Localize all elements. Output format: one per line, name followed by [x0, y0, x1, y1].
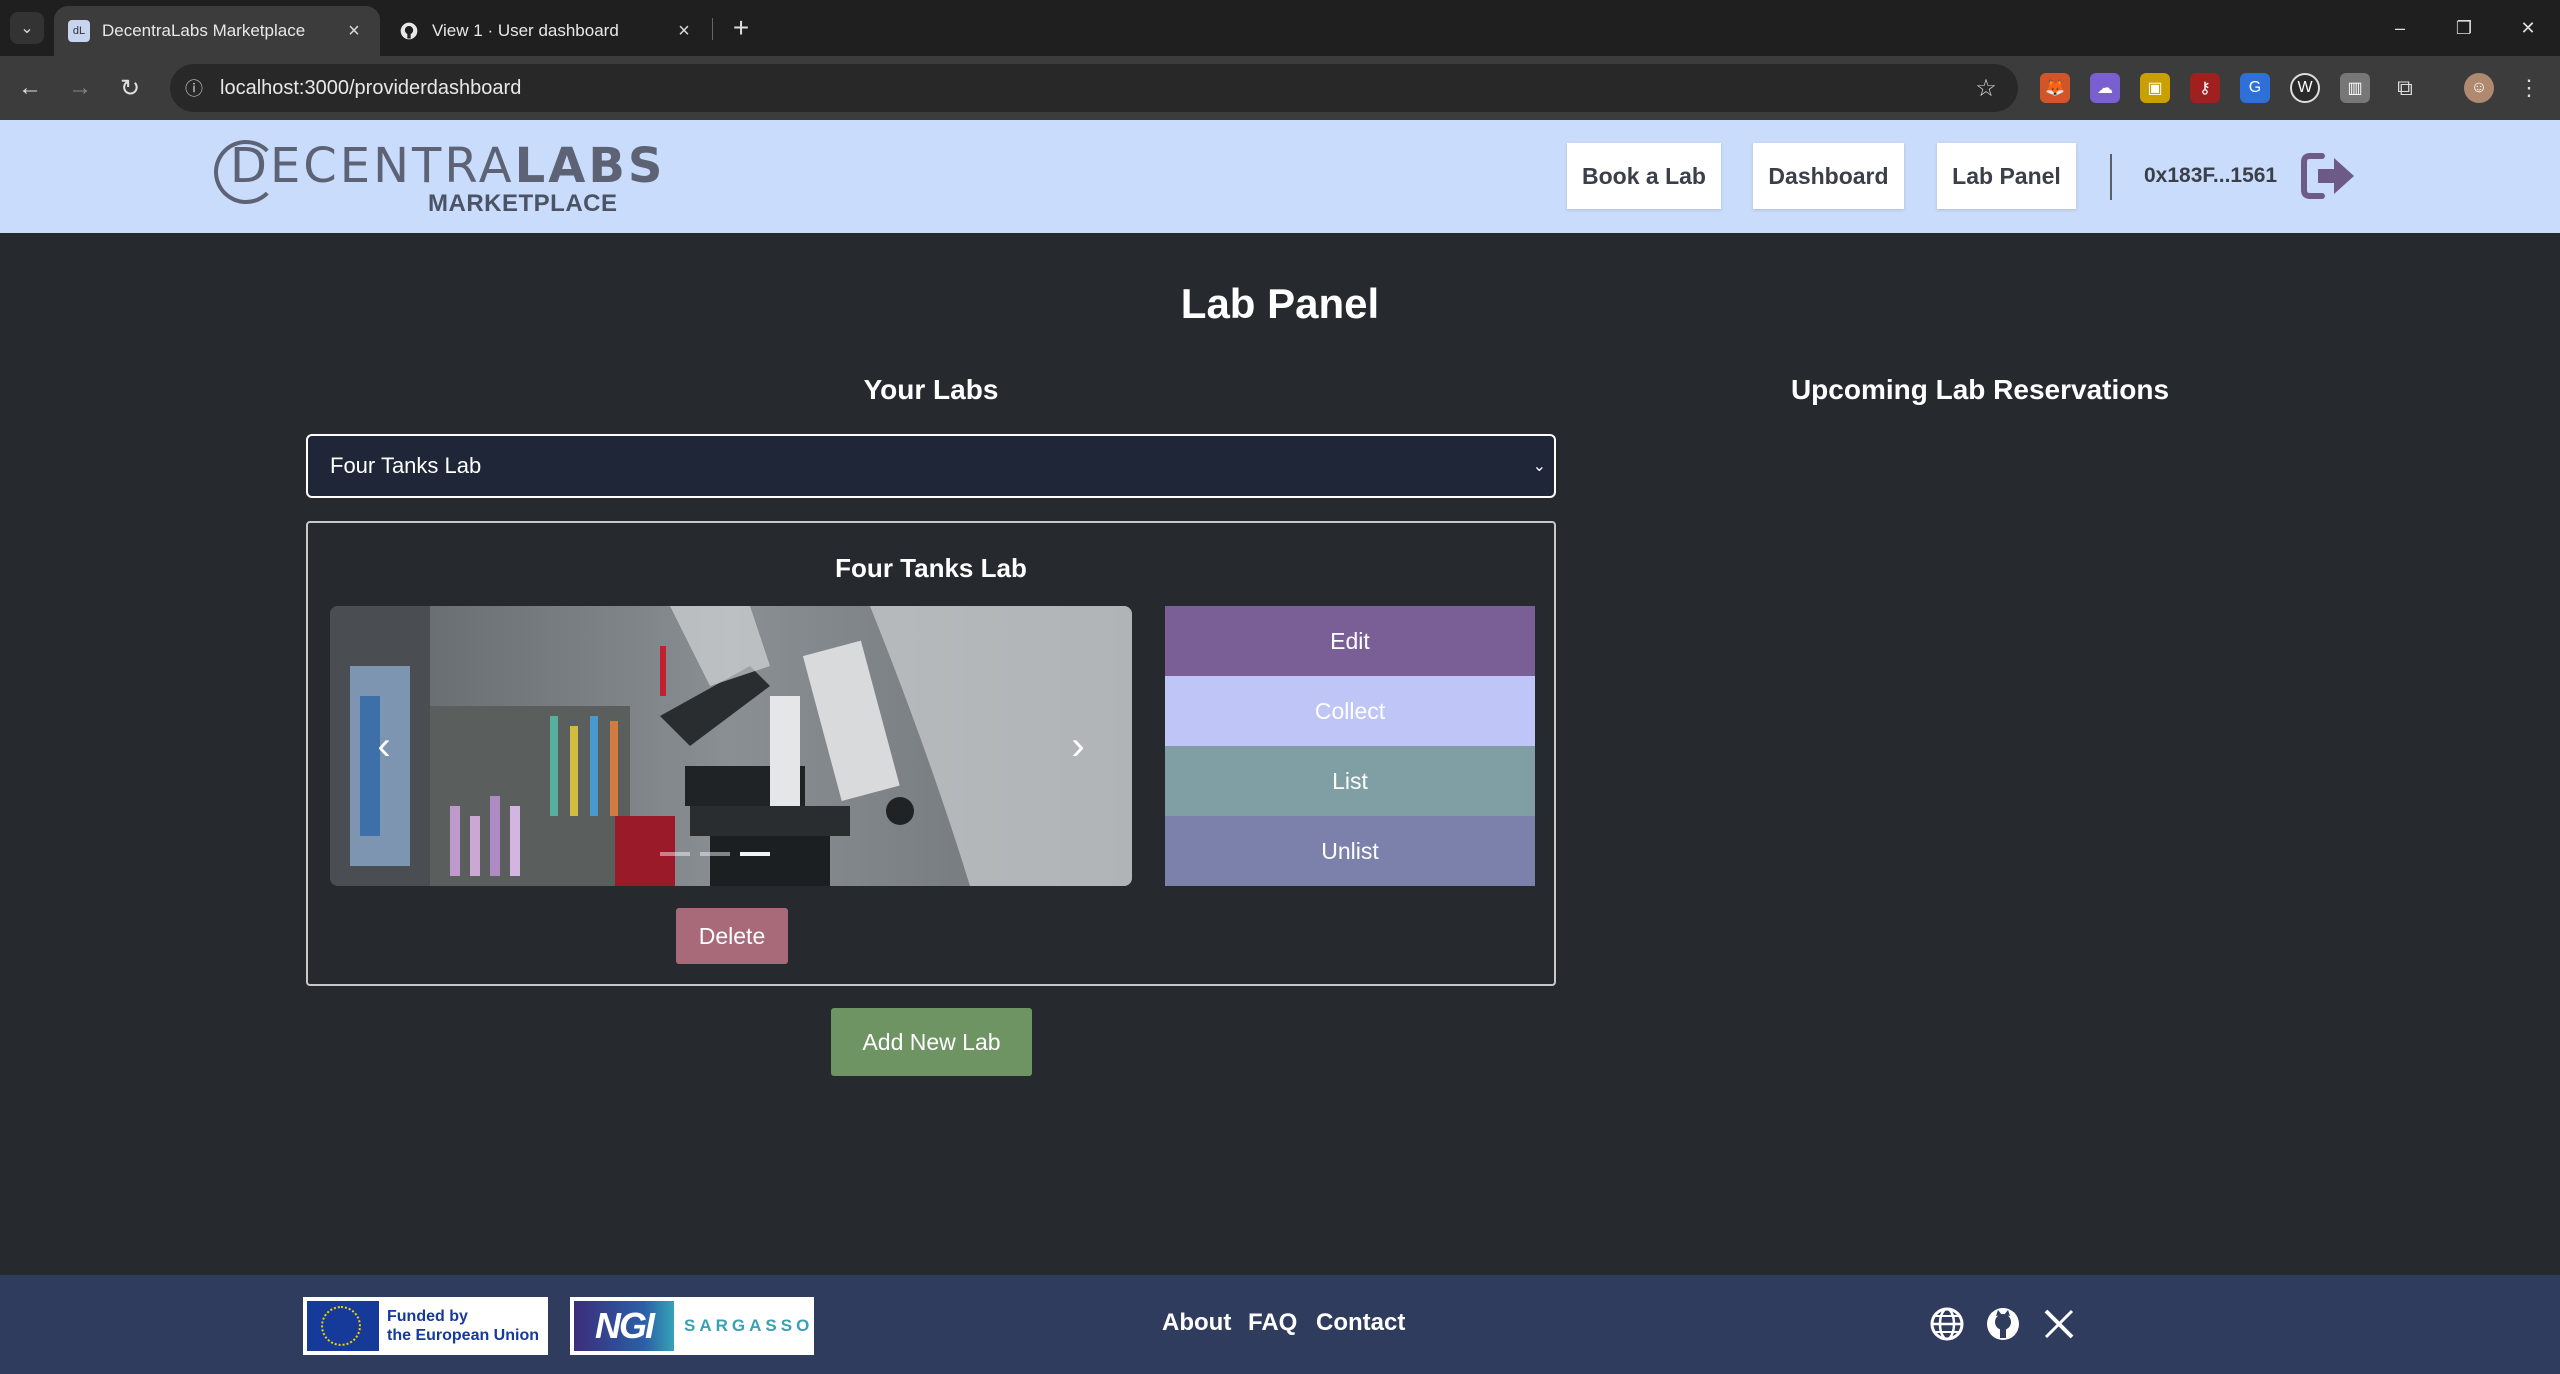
- menu-kebab-icon[interactable]: ⋮: [2514, 73, 2544, 103]
- page-title: Lab Panel: [1180, 280, 1380, 327]
- ngi-badge: NGI: [574, 1301, 674, 1351]
- tab-title: View 1 · User dashboard: [432, 21, 619, 40]
- address-bar[interactable]: ⓘ localhost:3000/providerdashboard ☆: [170, 64, 2018, 112]
- github-favicon-icon: [398, 20, 420, 42]
- eu-funded-logo[interactable]: Funded by the European Union: [303, 1297, 548, 1355]
- app-header: DECENTRALABS MARKETPLACE Book a Lab Dash…: [0, 120, 2560, 233]
- lab-photo-microscope: [330, 606, 1132, 886]
- translate-extension-icon[interactable]: G: [2240, 73, 2270, 103]
- lab-card: Four Tanks Lab ‹ › Edit Collect List Unl…: [306, 521, 1556, 986]
- tab-decentralabs[interactable]: dL DecentraLabs Marketplace ×: [54, 6, 380, 56]
- eu-text-line-2: the European Union: [387, 1327, 539, 1344]
- logo-word-left: DECENTRA: [230, 138, 515, 194]
- logo-word-right: LABS: [514, 138, 666, 194]
- close-tab-icon[interactable]: ×: [342, 19, 366, 43]
- reading-list-icon[interactable]: ▥: [2340, 73, 2370, 103]
- nav-lab-panel[interactable]: Lab Panel: [1937, 143, 2076, 209]
- close-window-icon[interactable]: ✕: [2500, 8, 2556, 48]
- decentralabs-logo[interactable]: DECENTRALABS MARKETPLACE: [214, 136, 663, 217]
- tab-user-dashboard[interactable]: View 1 · User dashboard ×: [384, 6, 710, 56]
- close-tab-icon[interactable]: ×: [672, 19, 696, 43]
- tab-divider: [712, 18, 713, 40]
- list-button[interactable]: List: [1165, 746, 1535, 816]
- lab-select-dropdown[interactable]: Four Tanks Lab ⌄: [306, 434, 1556, 498]
- minimize-icon[interactable]: –: [2372, 8, 2428, 48]
- browser-tab-bar: ⌄ dL DecentraLabs Marketplace × View 1 ·…: [0, 0, 2560, 56]
- edit-button[interactable]: Edit: [1165, 606, 1535, 676]
- your-labs-heading: Your Labs: [863, 374, 999, 405]
- carousel-dot[interactable]: [660, 852, 690, 856]
- key-extension-icon[interactable]: ⚷: [2190, 73, 2220, 103]
- footer-link-faq[interactable]: FAQ: [1248, 1309, 1297, 1337]
- carousel-next-icon[interactable]: ›: [1056, 718, 1100, 774]
- ngi-sargasso-text: SARGASSO: [684, 1316, 814, 1335]
- lab-select-value: Four Tanks Lab: [330, 453, 482, 478]
- delete-button[interactable]: Delete: [676, 908, 788, 964]
- logout-icon[interactable]: [2300, 150, 2356, 202]
- github-icon[interactable]: [1984, 1305, 2022, 1343]
- wallet-address: 0x183F...1561: [2144, 164, 2278, 187]
- logo-subtitle: MARKETPLACE: [428, 190, 618, 217]
- tab-title: DecentraLabs Marketplace: [102, 21, 306, 40]
- profile-avatar[interactable]: ☺: [2464, 73, 2494, 103]
- metamask-extension-icon[interactable]: 🦊: [2040, 73, 2070, 103]
- lab-image-carousel[interactable]: ‹ ›: [330, 606, 1132, 886]
- carousel-dot[interactable]: [700, 852, 730, 856]
- reload-icon[interactable]: ↻: [112, 70, 148, 106]
- unlist-button[interactable]: Unlist: [1165, 816, 1535, 886]
- lab-card-title: Four Tanks Lab: [835, 553, 1027, 583]
- carousel-indicators[interactable]: [660, 852, 770, 856]
- upcoming-reservations-heading: Upcoming Lab Reservations: [1790, 374, 2170, 405]
- add-new-lab-button[interactable]: Add New Lab: [831, 1008, 1032, 1076]
- nav-book-a-lab[interactable]: Book a Lab: [1567, 143, 1721, 209]
- url-text[interactable]: localhost:3000/providerdashboard: [220, 77, 521, 100]
- nav-dashboard[interactable]: Dashboard: [1753, 143, 1904, 209]
- cube-extension-icon[interactable]: ▣: [2140, 73, 2170, 103]
- browser-toolbar: ← → ↻ ⓘ localhost:3000/providerdashboard…: [0, 56, 2560, 120]
- chevron-down-icon: ⌄: [1532, 458, 1546, 475]
- eu-funded-text: Funded by the European Union: [387, 1307, 539, 1345]
- footer: Funded by the European Union NGI SARGASS…: [0, 1275, 2560, 1374]
- footer-link-about[interactable]: About: [1162, 1309, 1231, 1337]
- collect-button[interactable]: Collect: [1165, 676, 1535, 746]
- globe-icon[interactable]: [1928, 1305, 1966, 1343]
- footer-link-contact[interactable]: Contact: [1316, 1309, 1405, 1337]
- ngi-sargasso-logo[interactable]: NGI SARGASSO: [570, 1297, 814, 1355]
- extensions-puzzle-icon[interactable]: ⧉: [2390, 73, 2420, 103]
- decentralabs-favicon-icon: dL: [68, 20, 90, 42]
- carousel-prev-icon[interactable]: ‹: [362, 718, 406, 774]
- eu-flag-icon: [307, 1301, 379, 1351]
- nav-divider: [2110, 154, 2112, 200]
- x-icon[interactable]: [2040, 1305, 2078, 1343]
- restore-icon[interactable]: ❐: [2436, 8, 2492, 48]
- new-tab-button[interactable]: +: [724, 12, 758, 44]
- eu-text-line-1: Funded by: [387, 1308, 468, 1325]
- tab-search-button[interactable]: ⌄: [10, 12, 44, 44]
- cloud-extension-icon[interactable]: ☁: [2090, 73, 2120, 103]
- forward-icon[interactable]: →: [62, 70, 98, 106]
- bookmark-star-icon[interactable]: ☆: [1970, 72, 2002, 104]
- carousel-dot-active[interactable]: [740, 852, 770, 856]
- site-info-icon[interactable]: ⓘ: [178, 72, 210, 104]
- back-icon[interactable]: ←: [12, 70, 48, 106]
- logo-wordmark: DECENTRALABS: [230, 138, 666, 194]
- w-extension-icon[interactable]: W: [2290, 73, 2320, 103]
